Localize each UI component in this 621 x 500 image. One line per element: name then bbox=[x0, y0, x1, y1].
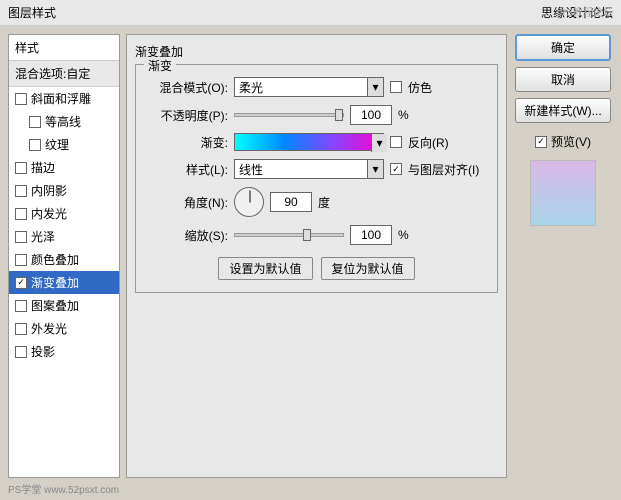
sidebar-item-label: 渐变叠加 bbox=[31, 274, 79, 291]
set-default-button[interactable]: 设置为默认值 bbox=[218, 257, 312, 280]
preview-swatch bbox=[530, 160, 596, 226]
align-label: 与图层对齐(I) bbox=[408, 161, 479, 178]
sidebar-item[interactable]: 描边 bbox=[9, 156, 119, 179]
scale-label: 缩放(S): bbox=[144, 227, 228, 244]
dither-label: 仿色 bbox=[408, 79, 432, 96]
sidebar-item-label: 斜面和浮雕 bbox=[31, 90, 91, 107]
angle-dial[interactable] bbox=[234, 187, 264, 217]
content-panel: 渐变叠加 渐变 混合模式(O): 柔光 ▾ 仿色 不透明度(P): % 渐变: bbox=[126, 34, 507, 478]
new-style-button[interactable]: 新建样式(W)... bbox=[515, 98, 611, 123]
cancel-button[interactable]: 取消 bbox=[515, 67, 611, 92]
align-checkbox[interactable] bbox=[390, 163, 402, 175]
ok-button[interactable]: 确定 bbox=[515, 34, 611, 61]
sidebar-header[interactable]: 样式 bbox=[9, 35, 119, 61]
sidebar-item[interactable]: 斜面和浮雕 bbox=[9, 87, 119, 110]
styles-sidebar: 样式 混合选项:自定 斜面和浮雕等高线纹理描边内阴影内发光光泽颜色叠加渐变叠加图… bbox=[8, 34, 120, 478]
sidebar-item[interactable]: 图案叠加 bbox=[9, 294, 119, 317]
sidebar-item[interactable]: 渐变叠加 bbox=[9, 271, 119, 294]
style-select[interactable]: 线性 ▾ bbox=[234, 159, 384, 179]
right-panel: 确定 取消 新建样式(W)... 预览(V) bbox=[513, 34, 613, 478]
scale-slider[interactable] bbox=[234, 233, 344, 237]
style-checkbox[interactable] bbox=[29, 139, 41, 151]
sidebar-item[interactable]: 外发光 bbox=[9, 317, 119, 340]
blend-mode-label: 混合模式(O): bbox=[144, 79, 228, 96]
sidebar-item-label: 图案叠加 bbox=[31, 297, 79, 314]
sidebar-item[interactable]: 内发光 bbox=[9, 202, 119, 225]
style-checkbox[interactable] bbox=[15, 254, 27, 266]
sidebar-item[interactable]: 纹理 bbox=[9, 133, 119, 156]
gradient-label: 渐变: bbox=[144, 134, 228, 151]
reset-default-button[interactable]: 复位为默认值 bbox=[321, 257, 415, 280]
sidebar-item-label: 描边 bbox=[31, 159, 55, 176]
style-checkbox[interactable] bbox=[15, 93, 27, 105]
style-label: 样式(L): bbox=[144, 161, 228, 178]
style-checkbox[interactable] bbox=[15, 277, 27, 289]
sidebar-item[interactable]: 等高线 bbox=[9, 110, 119, 133]
style-checkbox[interactable] bbox=[15, 231, 27, 243]
opacity-input[interactable] bbox=[350, 105, 392, 125]
opacity-label: 不透明度(P): bbox=[144, 107, 228, 124]
style-checkbox[interactable] bbox=[15, 300, 27, 312]
preview-label: 预览(V) bbox=[551, 133, 591, 150]
sidebar-item-label: 内发光 bbox=[31, 205, 67, 222]
sidebar-item-label: 内阴影 bbox=[31, 182, 67, 199]
angle-label: 角度(N): bbox=[144, 194, 228, 211]
gradient-picker[interactable]: ▾ bbox=[234, 133, 384, 151]
reverse-label: 反向(R) bbox=[408, 134, 449, 151]
sidebar-item-label: 外发光 bbox=[31, 320, 67, 337]
sidebar-item-label: 投影 bbox=[31, 343, 55, 360]
style-checkbox[interactable] bbox=[15, 185, 27, 197]
chevron-down-icon: ▾ bbox=[367, 160, 383, 178]
style-checkbox[interactable] bbox=[29, 116, 41, 128]
fieldset-legend: 渐变 bbox=[144, 57, 176, 74]
sidebar-item[interactable]: 投影 bbox=[9, 340, 119, 363]
watermark: PS学堂 www.52psxt.com bbox=[8, 481, 119, 496]
style-checkbox[interactable] bbox=[15, 346, 27, 358]
watermark-corner: PS教程论坛 bbox=[560, 4, 613, 19]
chevron-down-icon: ▾ bbox=[371, 134, 387, 152]
reverse-checkbox[interactable] bbox=[390, 136, 402, 148]
sidebar-item-label: 颜色叠加 bbox=[31, 251, 79, 268]
dither-checkbox[interactable] bbox=[390, 81, 402, 93]
sidebar-item[interactable]: 光泽 bbox=[9, 225, 119, 248]
scale-input[interactable] bbox=[350, 225, 392, 245]
preview-checkbox[interactable] bbox=[535, 136, 547, 148]
sidebar-item-label: 纹理 bbox=[45, 136, 69, 153]
window-title: 图层样式 bbox=[8, 4, 56, 21]
style-checkbox[interactable] bbox=[15, 323, 27, 335]
style-checkbox[interactable] bbox=[15, 208, 27, 220]
sidebar-item[interactable]: 颜色叠加 bbox=[9, 248, 119, 271]
style-checkbox[interactable] bbox=[15, 162, 27, 174]
opacity-slider[interactable] bbox=[234, 113, 344, 117]
blend-options[interactable]: 混合选项:自定 bbox=[9, 61, 119, 87]
sidebar-item-label: 等高线 bbox=[45, 113, 81, 130]
sidebar-item-label: 光泽 bbox=[31, 228, 55, 245]
angle-input[interactable] bbox=[270, 192, 312, 212]
blend-mode-select[interactable]: 柔光 ▾ bbox=[234, 77, 384, 97]
sidebar-item[interactable]: 内阴影 bbox=[9, 179, 119, 202]
content-title: 渐变叠加 bbox=[135, 43, 498, 60]
chevron-down-icon: ▾ bbox=[367, 78, 383, 96]
